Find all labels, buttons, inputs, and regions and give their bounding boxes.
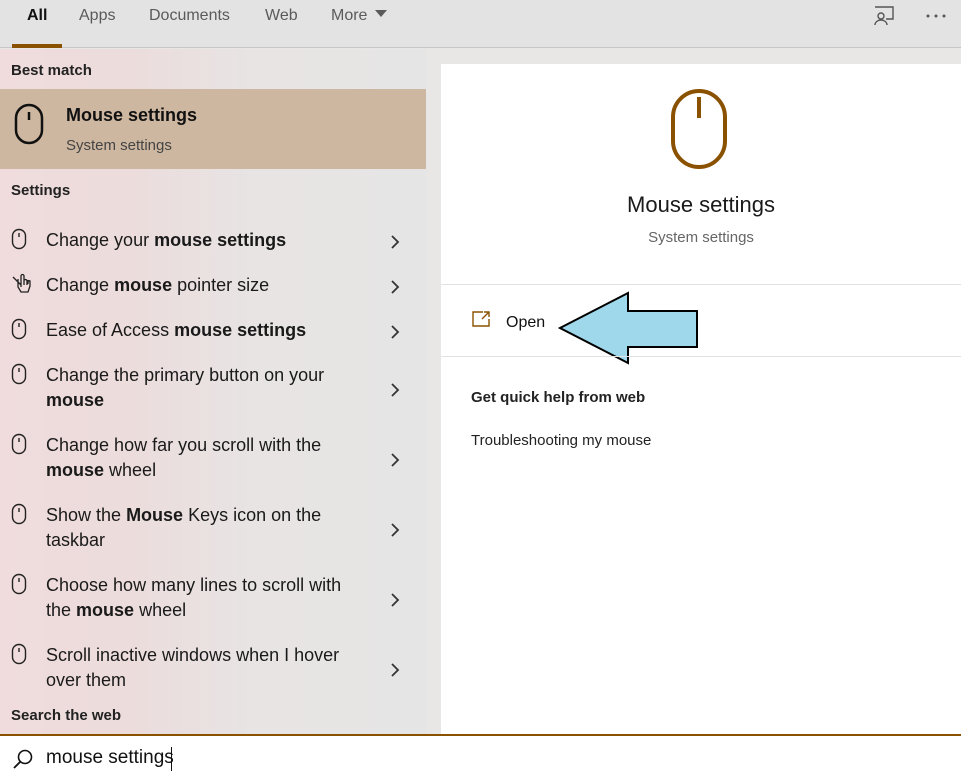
list-item[interactable]: Change the primary button on your mouse [0, 363, 426, 433]
list-item[interactable]: Choose how many lines to scroll with the… [0, 573, 426, 643]
text-cursor [171, 747, 172, 771]
search-web-heading: Search the web [11, 707, 122, 724]
open-label: Open [506, 314, 546, 331]
tab-apps[interactable]: Apps [79, 0, 115, 48]
list-item-label: Scroll inactive windows when I hover ove… [46, 645, 340, 690]
filter-tab-bar: All Apps Documents Web More [0, 0, 961, 48]
best-match-title: Mouse settings [66, 105, 198, 125]
tab-all-label: All [27, 7, 48, 24]
mouse-icon [671, 89, 727, 169]
tab-web-label: Web [265, 7, 298, 24]
search-bar [0, 734, 961, 780]
mouse-icon [14, 103, 44, 145]
list-item-label: Change the primary button on your mouse [46, 365, 325, 410]
pointer-hand-icon [11, 273, 33, 300]
tab-more[interactable]: More [331, 0, 388, 48]
list-item-label: Change how far you scroll with the mouse… [46, 435, 322, 480]
list-item[interactable]: Show the Mouse Keys icon on the taskbar [0, 503, 426, 573]
chevron-right-icon [391, 593, 400, 607]
chevron-down-icon [375, 10, 388, 17]
detail-title: Mouse settings [627, 192, 775, 217]
list-item[interactable]: Change how far you scroll with the mouse… [0, 433, 426, 503]
list-item-label: Ease of Access mouse settings [46, 320, 307, 340]
search-icon [13, 749, 33, 769]
tab-documents-label: Documents [149, 7, 230, 24]
best-match-subtitle: System settings [66, 137, 172, 154]
feedback-icon[interactable] [872, 4, 896, 28]
active-tab-indicator [12, 44, 62, 48]
search-input[interactable] [46, 747, 446, 769]
best-match-item[interactable]: Mouse settings System settings [0, 89, 426, 169]
troubleshooting-link[interactable]: Troubleshooting my mouse [471, 432, 651, 449]
open-action[interactable]: Open [441, 286, 961, 365]
list-item[interactable]: Change your mouse settings [0, 228, 426, 273]
tab-documents[interactable]: Documents [149, 0, 230, 48]
mouse-icon [11, 433, 27, 460]
divider [441, 356, 961, 357]
chevron-right-icon [391, 453, 400, 467]
list-item[interactable]: Ease of Access mouse settings [0, 318, 426, 363]
detail-panel: Mouse settings System settings Open Get … [441, 64, 961, 735]
chevron-right-icon [391, 663, 400, 677]
quick-help-heading: Get quick help from web [471, 389, 646, 406]
mouse-icon [11, 318, 27, 345]
list-item-label: Show the Mouse Keys icon on the taskbar [46, 505, 322, 550]
mouse-icon [11, 228, 27, 255]
open-external-icon [472, 311, 490, 327]
best-match-heading: Best match [11, 62, 92, 79]
list-item[interactable]: Scroll inactive windows when I hover ove… [0, 643, 426, 713]
list-item-label: Change mouse pointer size [46, 275, 270, 295]
mouse-icon [11, 503, 27, 530]
arrow-left-icon [558, 291, 698, 365]
tab-more-label: More [331, 7, 368, 24]
tab-web[interactable]: Web [265, 0, 298, 48]
list-item-label: Change your mouse settings [46, 230, 287, 250]
chevron-right-icon [391, 383, 400, 397]
results-panel: Best match Mouse settings System setting… [0, 49, 426, 735]
mouse-icon [11, 573, 27, 600]
list-item[interactable]: Change mouse pointer size [0, 273, 426, 318]
list-item-label: Choose how many lines to scroll with the… [46, 575, 342, 620]
chevron-right-icon [391, 325, 400, 339]
divider [441, 284, 961, 285]
detail-subtitle: System settings [648, 229, 754, 246]
mouse-icon [11, 643, 27, 670]
tab-apps-label: Apps [79, 7, 116, 24]
tab-all[interactable]: All [12, 0, 62, 48]
chevron-right-icon [391, 235, 400, 249]
mouse-icon [11, 363, 27, 390]
chevron-right-icon [391, 280, 400, 294]
ellipsis-icon[interactable] [924, 4, 948, 28]
chevron-right-icon [391, 523, 400, 537]
settings-heading: Settings [11, 182, 71, 199]
